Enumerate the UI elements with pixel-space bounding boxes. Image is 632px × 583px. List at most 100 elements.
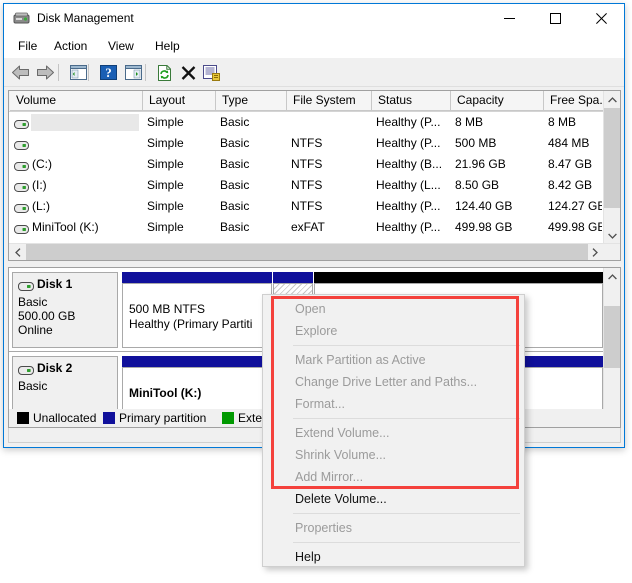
volume-name: (L:): [32, 199, 50, 213]
table-row[interactable]: (I:) Simple Basic NTFS Healthy (L... 8.50 GB 8…: [9, 175, 604, 196]
context-menu-item-properties: Properties: [295, 521, 352, 535]
close-button[interactable]: [578, 4, 624, 33]
context-menu-item-mark-partition-as-active: Mark Partition as Active: [295, 353, 426, 367]
disk-partition[interactable]: 500 MB NTFS Healthy (Primary Partiti: [122, 272, 272, 348]
window-title: Disk Management: [37, 11, 134, 25]
volume-drive-icon: [14, 138, 29, 150]
toolbar-separator: [58, 64, 59, 81]
scroll-up-icon[interactable]: [604, 268, 620, 285]
toolbar: ?: [4, 58, 624, 87]
disk-view-vertical-scrollbar[interactable]: [603, 268, 620, 418]
help-question-icon[interactable]: ?: [96, 61, 120, 84]
context-menu-item-open: Open: [295, 302, 326, 316]
column-header-status[interactable]: Status: [372, 91, 451, 111]
cell-layout: Simple: [147, 157, 184, 171]
volume-drive-icon: [14, 201, 29, 213]
cell-type: Basic: [220, 178, 250, 192]
menu-item-help[interactable]: Help: [149, 37, 186, 56]
scroll-right-icon[interactable]: [586, 244, 603, 260]
context-menu-separator: [293, 418, 520, 419]
cell-layout: Simple: [147, 115, 184, 129]
volume-drive-icon: [14, 222, 29, 234]
partition-color-bar: [314, 272, 603, 283]
volume-list-body[interactable]: Simple Basic Healthy (P... 8 MB 8 MB Simple Ba…: [9, 112, 604, 244]
context-menu-item-help[interactable]: Help: [263, 546, 524, 568]
volume-list-pane: Volume Layout Type File System Status Capacit…: [8, 90, 621, 261]
scrollbar-thumb[interactable]: [604, 306, 620, 368]
disk-icon: [18, 363, 34, 375]
scroll-down-icon[interactable]: [604, 227, 620, 244]
volume-list-header: Volume Layout Type File System Status Capacit…: [9, 91, 620, 112]
cell-capacity: 8 MB: [455, 115, 484, 129]
delete-icon[interactable]: [176, 61, 200, 84]
cell-layout: Simple: [147, 199, 184, 213]
cell-free-space: 8.42 GB: [548, 178, 593, 192]
cell-free-space: 8 MB: [548, 115, 577, 129]
title-bar: Disk Management: [4, 4, 624, 34]
column-header-capacity[interactable]: Capacity: [451, 91, 544, 111]
cell-capacity: 500 MB: [455, 136, 497, 150]
disk-icon: [18, 279, 34, 291]
cell-file-system: NTFS: [291, 157, 323, 171]
properties-icon[interactable]: [200, 61, 224, 84]
cell-file-system: NTFS: [291, 136, 323, 150]
volume-list-vertical-scrollbar[interactable]: [603, 91, 620, 244]
table-row[interactable]: Simple Basic Healthy (P... 8 MB 8 MB: [9, 112, 604, 133]
menu-item-view[interactable]: View: [102, 37, 140, 56]
table-row[interactable]: (L:) Simple Basic NTFS Healthy (P... 124.40 G…: [9, 196, 604, 217]
forward-arrow-icon[interactable]: [33, 61, 57, 84]
legend-color-swatch: [103, 412, 115, 424]
show-hide-console-tree-icon[interactable]: [66, 61, 90, 84]
show-hide-action-pane-icon[interactable]: [121, 61, 145, 84]
column-header-volume[interactable]: Volume: [10, 91, 143, 111]
context-menu-item-explore: Explore: [295, 324, 338, 338]
volume-name: (C:): [32, 157, 52, 171]
back-arrow-icon[interactable]: [8, 61, 32, 84]
volume-context-menu[interactable]: Open Explore Mark Partition as Active Chang…: [262, 294, 525, 567]
scrollbar-thumb[interactable]: [604, 108, 620, 208]
cell-free-space: 499.98 GB: [548, 220, 602, 234]
minimize-button[interactable]: [486, 4, 532, 33]
disk-type: Basic: [18, 379, 48, 393]
column-header-filesystem[interactable]: File System: [287, 91, 372, 111]
scrollbar-thumb[interactable]: [26, 244, 588, 260]
scroll-up-icon[interactable]: [604, 91, 620, 108]
legend-color-swatch: [222, 412, 234, 424]
table-row[interactable]: MiniTool (K:) Simple Basic exFAT Healthy (P.…: [9, 217, 604, 238]
cell-file-system: NTFS: [291, 178, 323, 192]
disk-name: Disk 1: [37, 277, 73, 291]
cell-capacity: 124.40 GB: [455, 199, 513, 213]
column-header-layout[interactable]: Layout: [143, 91, 216, 111]
table-row[interactable]: (C:) Simple Basic NTFS Healthy (B... 21.96 GB…: [9, 154, 604, 175]
column-header-type[interactable]: Type: [216, 91, 287, 111]
cell-free-space: 124.27 GB: [548, 199, 602, 213]
column-header-freespa[interactable]: Free Spa...: [544, 91, 604, 111]
cell-free-space: 484 MB: [548, 136, 590, 150]
table-row[interactable]: Simple Basic NTFS Healthy (P... 500 MB 484 MB: [9, 133, 604, 154]
context-menu-item-add-mirror: Add Mirror...: [295, 470, 364, 484]
context-menu-separator: [293, 345, 520, 346]
context-menu-item-delete-volume[interactable]: Delete Volume...: [263, 488, 524, 510]
legend-item: Unallocated: [17, 411, 96, 426]
partition-label-line1: 500 MB NTFS: [129, 302, 206, 316]
scroll-left-icon[interactable]: [9, 244, 26, 260]
rescan-disks-icon[interactable]: [152, 61, 176, 84]
legend-item: Primary partition: [103, 411, 206, 426]
cell-status: Healthy (P...: [376, 136, 441, 150]
legend-color-swatch: [17, 412, 29, 424]
cell-status: Healthy (P...: [376, 199, 441, 213]
volume-list-horizontal-scrollbar[interactable]: [9, 243, 620, 260]
partition-color-bar: [122, 272, 272, 283]
cell-type: Basic: [220, 115, 250, 129]
context-menu-separator: [293, 542, 520, 543]
menu-item-action[interactable]: Action: [48, 37, 93, 56]
cell-layout: Simple: [147, 220, 184, 234]
disk-info-panel[interactable]: Disk 1 Basic 500.00 GB Online: [12, 272, 118, 348]
cell-file-system: exFAT: [291, 220, 325, 234]
maximize-button[interactable]: [532, 4, 578, 33]
cell-file-system: [291, 112, 370, 133]
cell-capacity: 499.98 GB: [455, 220, 513, 234]
cell-status: Healthy (P...: [376, 220, 441, 234]
menu-item-file[interactable]: File: [12, 37, 43, 56]
cell-type: Basic: [220, 136, 250, 150]
